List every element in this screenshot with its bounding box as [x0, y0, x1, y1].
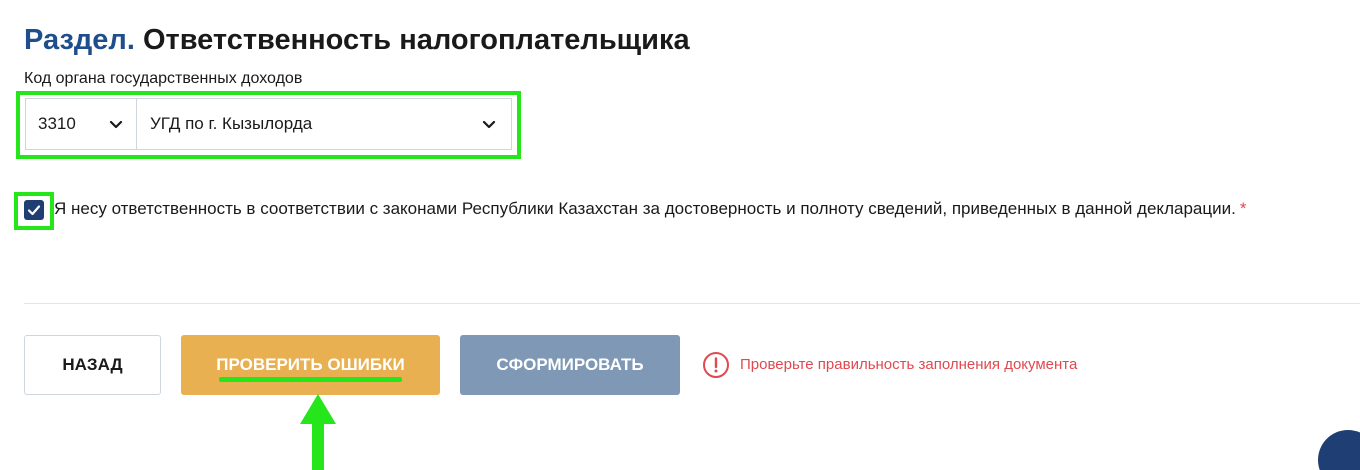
tax-declaration-page: Раздел. Ответственность налогоплательщик… [0, 0, 1360, 470]
chevron-down-icon [482, 120, 496, 129]
authority-name-value: УГД по г. Кызылорда [150, 114, 313, 133]
underline-annotation [219, 377, 402, 382]
declaration-text: Я несу ответственность в соответствии с … [54, 199, 1246, 219]
authority-code-select[interactable]: 3310 [25, 98, 137, 150]
section-prefix: Раздел. [24, 24, 135, 56]
authority-code-label: Код органа государственных доходов [24, 70, 303, 87]
alert-circle-icon [703, 352, 729, 378]
generate-button[interactable]: СФОРМИРОВАТЬ [460, 335, 680, 395]
check-errors-button[interactable]: ПРОВЕРИТЬ ОШИБКИ [181, 335, 440, 395]
declaration-label: Я несу ответственность в соответствии с … [54, 199, 1236, 218]
validation-warning: Проверьте правильность заполнения докуме… [740, 356, 1078, 373]
required-mark: * [1239, 199, 1247, 218]
divider [24, 303, 1360, 304]
declaration-checkbox[interactable] [24, 200, 44, 220]
arrow-up-icon [300, 394, 336, 470]
chevron-down-icon [109, 120, 123, 129]
page-title: Раздел. Ответственность налогоплательщик… [24, 20, 690, 60]
checkmark-icon [27, 205, 41, 216]
floating-widget-button[interactable] [1318, 430, 1360, 470]
authority-name-select[interactable]: УГД по г. Кызылорда [136, 98, 512, 150]
authority-code-value: 3310 [38, 114, 76, 133]
section-name: Ответственность налогоплательщика [142, 24, 690, 56]
back-button[interactable]: НАЗАД [24, 335, 161, 395]
